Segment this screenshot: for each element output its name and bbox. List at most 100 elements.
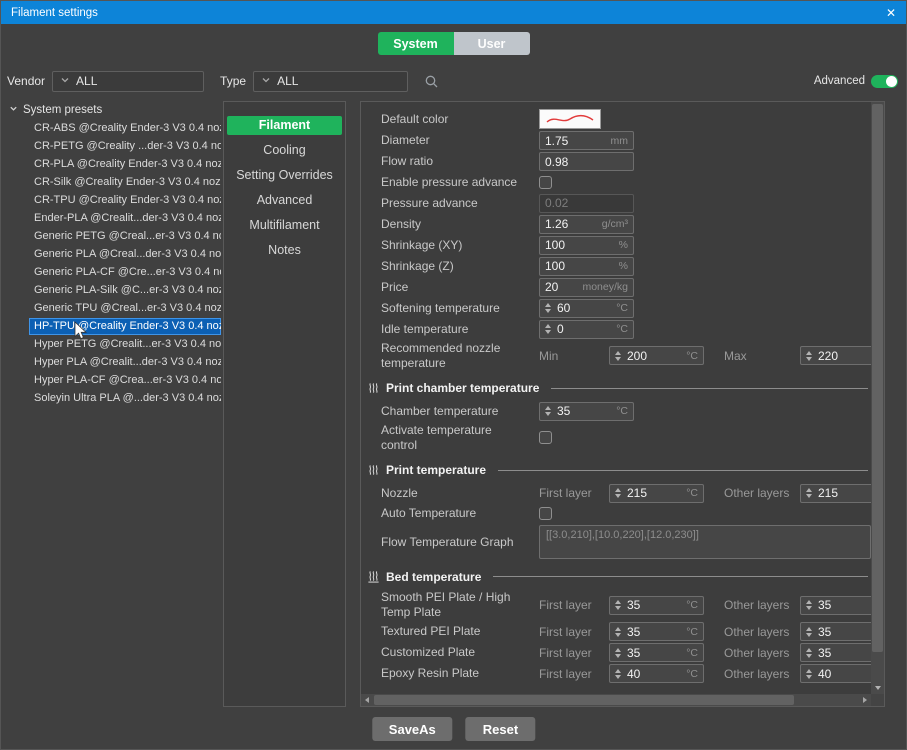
spinner-arrows-icon[interactable] <box>545 303 551 313</box>
setting-label: Flow Temperature Graph <box>381 535 539 550</box>
first-layer-spinner-input[interactable]: 35 °C <box>609 622 704 641</box>
tree-item-preset[interactable]: CR-PLA @Creality Ender-3 V3 0.4 nozzle <box>29 156 221 173</box>
spinner-arrows-icon[interactable] <box>806 600 812 610</box>
vertical-scrollbar-thumb[interactable] <box>872 104 883 652</box>
category-list: Filament Cooling Setting Overrides Advanced… <box>223 101 346 707</box>
spinner-arrows-icon[interactable] <box>545 406 551 416</box>
tree-item-preset[interactable]: CR-TPU @Creality Ender-3 V3 0.4 nozzle <box>29 192 221 209</box>
horizontal-scrollbar[interactable] <box>361 694 871 706</box>
spinner-arrows-icon[interactable] <box>545 324 551 334</box>
tab-system[interactable]: System <box>378 32 454 55</box>
tree-item-preset[interactable]: CR-PETG @Creality ...der-3 V3 0.4 nozzle <box>29 138 221 155</box>
tree-item-preset[interactable]: Hyper PLA-CF @Crea...er-3 V3 0.4 nozzle <box>29 372 221 389</box>
spinner-arrows-icon[interactable] <box>615 648 621 658</box>
input-value: 35 <box>627 625 682 639</box>
setting-label: Activate temperature control <box>381 423 539 453</box>
spinner-arrows-icon[interactable] <box>806 669 812 679</box>
input-unit: °C <box>686 647 698 659</box>
first-layer-spinner-input[interactable]: 215°C <box>609 484 704 503</box>
text-input[interactable]: 0.02 <box>539 194 634 213</box>
tree-item-preset[interactable]: CR-Silk @Creality Ender-3 V3 0.4 nozzle <box>29 174 221 191</box>
input-value: 215 <box>818 486 873 500</box>
setting-label: Flow ratio <box>381 154 539 169</box>
input-unit: °C <box>686 668 698 680</box>
first-layer-spinner-input[interactable]: 35°C <box>609 643 704 662</box>
spinner-arrows-icon[interactable] <box>806 648 812 658</box>
category-item[interactable]: Multifilament <box>227 216 342 235</box>
category-item[interactable]: Advanced <box>227 191 342 210</box>
text-input[interactable]: 20money/kg <box>539 278 634 297</box>
text-input[interactable]: 1.75mm <box>539 131 634 150</box>
spinner-arrows-icon[interactable] <box>806 627 812 637</box>
section-title: Bed temperature <box>386 570 481 584</box>
scroll-right-button[interactable] <box>859 694 871 706</box>
input-unit: °C <box>686 626 698 638</box>
spinner-arrows-icon[interactable] <box>615 351 621 361</box>
setting-label: Smooth PEI Plate / High Temp Plate <box>381 590 539 620</box>
scroll-down-button[interactable] <box>871 681 884 694</box>
text-input[interactable]: 100% <box>539 257 634 276</box>
setting-row: NozzleFirst layer215°COther layers215°C <box>361 483 884 504</box>
spinner-arrows-icon[interactable] <box>615 488 621 498</box>
tab-user[interactable]: User <box>454 32 530 55</box>
tree-item-preset[interactable]: HP-TPU @Creality Ender-3 V3 0.4 nozzle <box>29 318 221 335</box>
checkbox[interactable] <box>539 176 552 189</box>
text-input[interactable]: 0.98 <box>539 152 634 171</box>
tree-item-preset[interactable]: Hyper PETG @Crealit...er-3 V3 0.4 nozzle <box>29 336 221 353</box>
input-value: 1.75 <box>545 134 607 148</box>
text-input[interactable]: 1.26g/cm³ <box>539 215 634 234</box>
spinner-input[interactable]: 60°C <box>539 299 634 318</box>
tree-item-preset[interactable]: CR-ABS @Creality Ender-3 V3 0.4 nozzle <box>29 120 221 137</box>
tree-item-preset[interactable]: Hyper PLA @Crealit...der-3 V3 0.4 nozzle <box>29 354 221 371</box>
checkbox[interactable] <box>539 507 552 520</box>
reset-button[interactable]: Reset <box>466 717 535 741</box>
vertical-scrollbar[interactable] <box>871 102 884 694</box>
tree-root[interactable]: System presets <box>7 102 221 120</box>
filter-row: Vendor ALL Type ALL Advanced <box>7 70 898 92</box>
tree-item-preset[interactable]: Generic PETG @Creal...er-3 V3 0.4 nozzle <box>29 228 221 245</box>
advanced-toggle[interactable] <box>871 75 898 88</box>
text-input[interactable]: 100% <box>539 236 634 255</box>
spinner-arrows-icon[interactable] <box>615 627 621 637</box>
spinner-input[interactable]: 0°C <box>539 320 634 339</box>
spinner-arrows-icon[interactable] <box>806 351 812 361</box>
tree-item-preset[interactable]: Soleyin Ultra PLA @...der-3 V3 0.4 nozzl… <box>29 390 221 407</box>
default-color-swatch[interactable] <box>539 109 601 129</box>
tree-item-preset[interactable]: Ender-PLA @Crealit...der-3 V3 0.4 nozzle <box>29 210 221 227</box>
category-item[interactable]: Notes <box>227 241 342 260</box>
first-layer-label: First layer <box>539 625 609 639</box>
setting-label: Idle temperature <box>381 322 539 337</box>
input-value: 215 <box>627 486 682 500</box>
type-dropdown[interactable]: ALL <box>253 71 408 92</box>
category-item[interactable]: Filament <box>227 116 342 135</box>
spinner-arrows-icon[interactable] <box>806 488 812 498</box>
tree-item-preset[interactable]: Generic TPU @Creal...er-3 V3 0.4 nozzle <box>29 300 221 317</box>
flow-graph-textarea[interactable]: [[3.0,210],[10.0,220],[12.0,230]] <box>539 525 871 559</box>
search-icon[interactable] <box>424 74 439 89</box>
setting-row: Diameter1.75mm <box>361 130 884 151</box>
checkbox[interactable] <box>539 431 552 444</box>
vendor-dropdown[interactable]: ALL <box>52 71 204 92</box>
tree-item-preset[interactable]: Generic PLA @Creal...der-3 V3 0.4 nozzle <box>29 246 221 263</box>
first-layer-spinner-input[interactable]: 40°C <box>609 664 704 683</box>
first-layer-spinner-input[interactable]: 35°C <box>609 596 704 615</box>
vendor-label: Vendor <box>7 74 45 88</box>
min-label: Min <box>539 349 609 363</box>
spinner-arrows-icon[interactable] <box>615 669 621 679</box>
input-value: 200 <box>627 349 682 363</box>
setting-label: Price <box>381 280 539 295</box>
tree-item-preset[interactable]: Generic PLA-Silk @C...er-3 V3 0.4 nozzle <box>29 282 221 299</box>
input-value: 35 <box>557 404 612 418</box>
scroll-left-button[interactable] <box>361 694 373 706</box>
save-as-button[interactable]: SaveAs <box>372 717 453 741</box>
category-item[interactable]: Cooling <box>227 141 342 160</box>
type-label: Type <box>220 74 246 88</box>
close-icon[interactable]: ✕ <box>886 6 896 20</box>
min-spinner-input[interactable]: 200°C <box>609 346 704 365</box>
category-item[interactable]: Setting Overrides <box>227 166 342 185</box>
spinner-arrows-icon[interactable] <box>615 600 621 610</box>
horizontal-scrollbar-thumb[interactable] <box>374 695 794 705</box>
setting-row: Pressure advance0.02 <box>361 193 884 214</box>
spinner-input[interactable]: 35°C <box>539 402 634 421</box>
tree-item-preset[interactable]: Generic PLA-CF @Cre...er-3 V3 0.4 nozzle <box>29 264 221 281</box>
